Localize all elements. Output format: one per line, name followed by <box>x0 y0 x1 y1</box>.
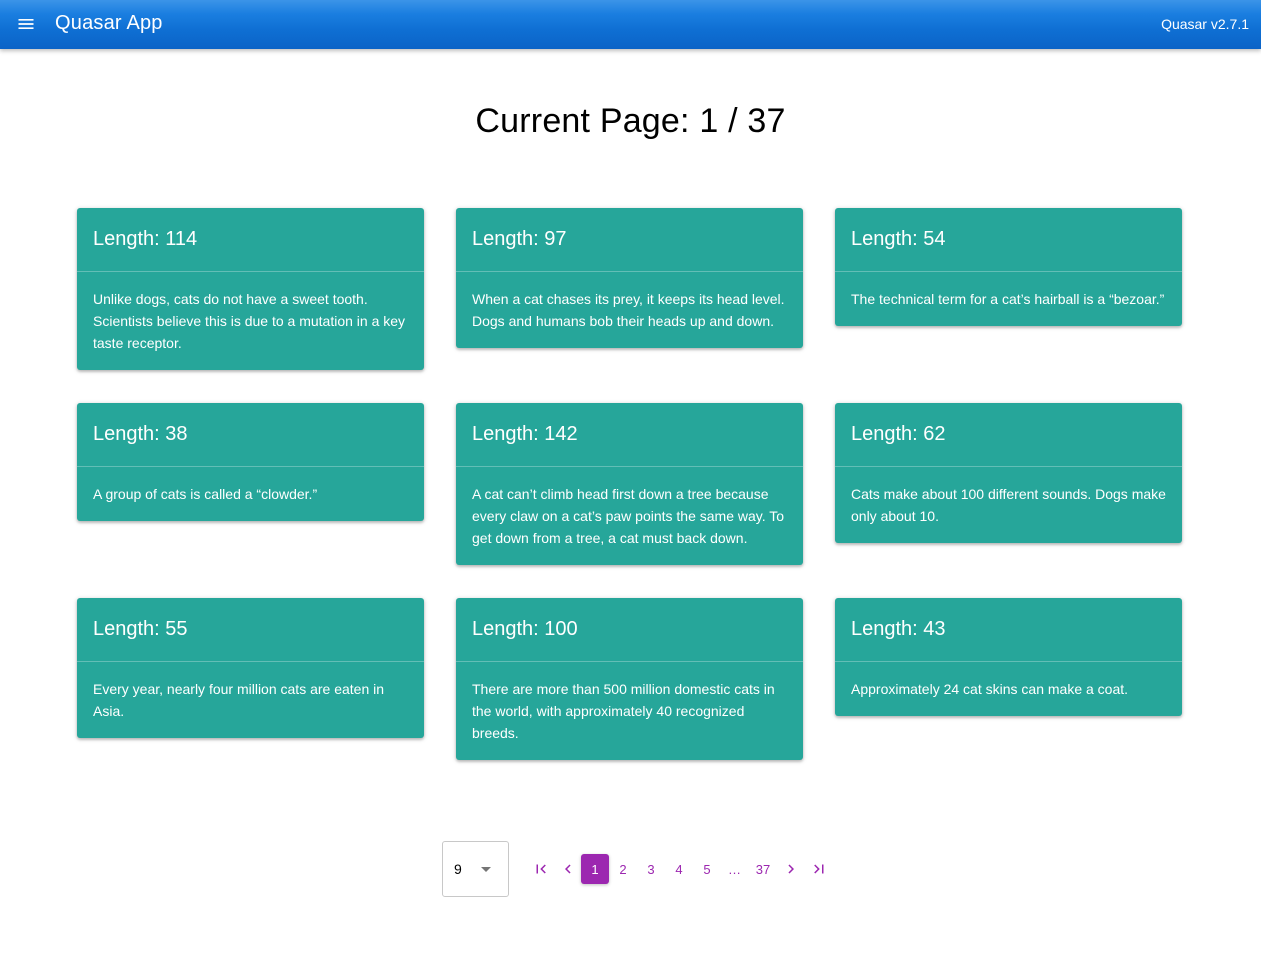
page-button-5[interactable]: 5 <box>693 854 721 884</box>
per-page-select[interactable]: 9 <box>442 841 509 897</box>
fact-card: Length: 54 The technical term for a cat’… <box>835 208 1182 326</box>
app-title: Quasar App <box>55 12 163 34</box>
card-text: Unlike dogs, cats do not have a sweet to… <box>93 291 406 351</box>
last-page-icon <box>814 864 824 874</box>
card-text: The technical term for a cat’s hairball … <box>851 291 1165 307</box>
fact-card: Length: 100 There are more than 500 mill… <box>456 598 803 760</box>
fact-card: Length: 97 When a cat chases its prey, i… <box>456 208 803 348</box>
fact-card: Length: 142 A cat can’t climb head first… <box>456 403 803 565</box>
last-page-button[interactable] <box>805 854 833 884</box>
fact-card: Length: 55 Every year, nearly four milli… <box>77 598 424 738</box>
card-title: Length: 54 <box>835 208 1182 272</box>
caret-down-icon <box>481 867 491 872</box>
card-text: Cats make about 100 different sounds. Do… <box>851 486 1166 524</box>
first-page-button[interactable] <box>527 854 555 884</box>
card-title: Length: 43 <box>835 598 1182 662</box>
per-page-value: 9 <box>454 861 462 877</box>
card-title: Length: 62 <box>835 403 1182 467</box>
card-title: Length: 97 <box>456 208 803 272</box>
app-header: Quasar App Quasar v2.7.1 <box>0 0 1261 49</box>
card-text: Approximately 24 cat skins can make a co… <box>851 681 1129 697</box>
page-ellipsis: … <box>728 861 742 877</box>
card-text: There are more than 500 million domestic… <box>472 681 775 741</box>
fact-card: Length: 43 Approximately 24 cat skins ca… <box>835 598 1182 716</box>
card-text: A group of cats is called a “clowder.” <box>93 486 318 502</box>
chevron-right-icon <box>788 864 794 874</box>
fact-card: Length: 114 Unlike dogs, cats do not hav… <box>77 208 424 370</box>
page-button-37[interactable]: 37 <box>749 854 777 884</box>
page-button-4[interactable]: 4 <box>665 854 693 884</box>
page-button-3[interactable]: 3 <box>637 854 665 884</box>
next-page-button[interactable] <box>777 854 805 884</box>
card-text: Every year, nearly four million cats are… <box>93 681 385 719</box>
fact-card: Length: 62 Cats make about 100 different… <box>835 403 1182 543</box>
card-title: Length: 100 <box>456 598 803 662</box>
page-title: Current Page: 1 / 37 <box>475 102 786 140</box>
chevron-left-icon <box>565 864 571 874</box>
page-button-2[interactable]: 2 <box>609 854 637 884</box>
fact-card: Length: 38 A group of cats is called a “… <box>77 403 424 521</box>
card-text: When a cat chases its prey, it keeps its… <box>472 291 785 329</box>
card-title: Length: 38 <box>77 403 424 467</box>
version-label: Quasar v2.7.1 <box>1161 16 1249 32</box>
page-button-1[interactable]: 1 <box>581 854 609 884</box>
card-title: Length: 142 <box>456 403 803 467</box>
card-title: Length: 55 <box>77 598 424 662</box>
card-title: Length: 114 <box>77 208 424 272</box>
card-text: A cat can’t climb head first down a tree… <box>472 486 785 546</box>
prev-page-button[interactable] <box>554 854 582 884</box>
menu-button[interactable] <box>12 10 40 38</box>
menu-icon <box>18 19 34 29</box>
first-page-icon <box>536 864 546 874</box>
